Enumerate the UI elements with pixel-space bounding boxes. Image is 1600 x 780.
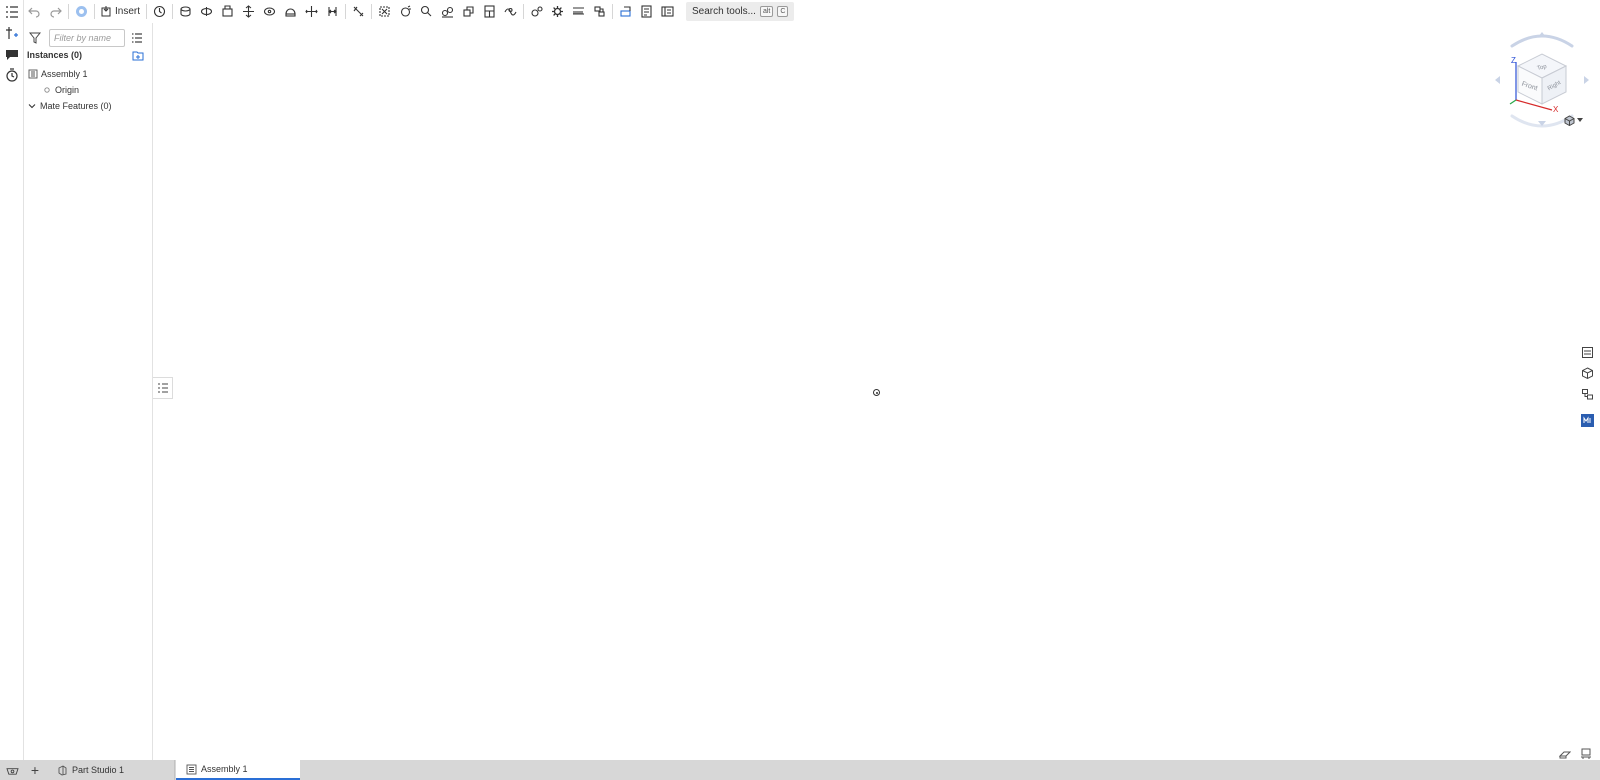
fastened-mate-icon[interactable] — [175, 1, 196, 22]
feature-list-icon[interactable] — [3, 3, 21, 21]
filter-row — [24, 27, 153, 49]
mate-connector-icon[interactable] — [3, 24, 21, 42]
toolbar-separator — [68, 4, 69, 19]
rack-pinion-icon[interactable] — [568, 1, 589, 22]
undo-icon[interactable] — [24, 1, 45, 22]
tree-item-label: Mate Features (0) — [40, 101, 112, 111]
toolbar-separator — [146, 4, 148, 19]
origin-icon — [44, 87, 50, 93]
filter-icon[interactable] — [29, 32, 41, 44]
tree-item-label: Origin — [55, 85, 80, 95]
instances-panel: Instances (0) Assembly 1 Origin Mate Fea… — [24, 23, 153, 760]
tab-assembly-1[interactable]: Assembly 1 — [176, 760, 300, 780]
tab-label: Part Studio 1 — [72, 765, 125, 775]
circular-pattern-icon[interactable] — [458, 1, 479, 22]
caret-down-icon — [1577, 118, 1583, 122]
appearance-panel-icon[interactable] — [1577, 343, 1597, 361]
origin-marker[interactable] — [873, 389, 880, 396]
clock-icon[interactable] — [149, 1, 170, 22]
history-icon[interactable] — [3, 66, 21, 84]
linear-pattern-icon[interactable] — [437, 1, 458, 22]
assembly-icon — [28, 69, 38, 79]
parts-panel-icon[interactable] — [1577, 364, 1597, 382]
app-plugin-icon[interactable] — [1577, 411, 1597, 429]
planar-mate-icon[interactable] — [238, 1, 259, 22]
comments-icon[interactable] — [3, 45, 21, 63]
explode-view-icon[interactable] — [395, 1, 416, 22]
toolbar-separator — [94, 4, 95, 19]
chevron-down-icon[interactable] — [27, 101, 37, 111]
mate-connector-tool-icon[interactable] — [374, 1, 395, 22]
shortcut-key-alt: alt — [759, 6, 774, 17]
shortcut-key-c: C — [777, 6, 789, 17]
insert-button[interactable]: Insert — [97, 1, 144, 22]
redo-icon[interactable] — [45, 1, 66, 22]
add-tab-button[interactable]: + — [25, 760, 45, 780]
list-view-icon[interactable] — [131, 32, 143, 44]
render-mode-icon[interactable] — [1558, 746, 1573, 759]
assembly-tab-icon — [186, 764, 197, 774]
search-tools-label: Search tools... — [692, 6, 756, 17]
mass-properties-icon[interactable] — [636, 1, 657, 22]
cylindrical-mate-icon[interactable] — [259, 1, 280, 22]
filter-by-name-input[interactable] — [49, 29, 125, 47]
insert-label: Insert — [115, 6, 141, 17]
screw-relation-icon[interactable] — [589, 1, 610, 22]
gear-relation-icon[interactable] — [526, 1, 547, 22]
axis-z-label: Z — [1511, 56, 1516, 65]
revolute-mate-icon[interactable] — [196, 1, 217, 22]
tree-item-mate-features[interactable]: Mate Features (0) — [27, 101, 112, 111]
left-rail — [0, 0, 24, 760]
toolbar: Insert Search tools... alt C — [24, 0, 1600, 23]
instances-heading: Instances (0) — [27, 50, 83, 60]
named-views-icon[interactable] — [1580, 746, 1594, 759]
measure-icon[interactable] — [615, 1, 636, 22]
collapse-panel-button[interactable] — [153, 377, 173, 399]
toolbar-separator — [371, 4, 373, 19]
toolbar-separator — [523, 4, 525, 19]
tangent-mate-icon[interactable] — [348, 1, 369, 22]
search-tools-button[interactable]: Search tools... alt C — [686, 2, 795, 21]
view-mode-dropdown[interactable] — [1564, 113, 1586, 127]
ball-mate-icon[interactable] — [301, 1, 322, 22]
tree-item-assembly[interactable]: Assembly 1 — [28, 69, 88, 79]
new-folder-icon[interactable] — [132, 50, 144, 61]
axis-x-label: X — [1553, 105, 1559, 114]
toolbar-separator — [612, 4, 614, 19]
section-view-icon[interactable] — [479, 1, 500, 22]
tab-part-studio-1[interactable]: Part Studio 1 — [47, 760, 175, 780]
bom-icon[interactable] — [657, 1, 678, 22]
toolbar-separator — [345, 4, 347, 19]
animate-icon[interactable] — [500, 1, 521, 22]
tree-item-label: Assembly 1 — [41, 69, 88, 79]
gear-icon[interactable] — [547, 1, 568, 22]
tab-manager-icon[interactable] — [0, 760, 24, 780]
instance-panel-icon[interactable] — [1577, 385, 1597, 403]
shaded-cube-icon — [1564, 114, 1575, 126]
tab-label: Assembly 1 — [201, 764, 248, 774]
parallel-mate-icon[interactable] — [322, 1, 343, 22]
part-studio-icon — [58, 764, 67, 775]
document-tab-bar: + Part Studio 1 Assembly 1 — [0, 760, 1600, 780]
workspace-circle-icon[interactable] — [71, 1, 92, 22]
tree-item-origin[interactable]: Origin — [42, 85, 79, 95]
pin-slot-mate-icon[interactable] — [280, 1, 301, 22]
replicate-icon[interactable] — [416, 1, 437, 22]
feature-list-toggle-icon — [157, 383, 168, 393]
slider-mate-icon[interactable] — [217, 1, 238, 22]
toolbar-separator — [172, 4, 174, 19]
assembly-app: Insert Search tools... alt C Filter by n… — [0, 0, 1600, 780]
